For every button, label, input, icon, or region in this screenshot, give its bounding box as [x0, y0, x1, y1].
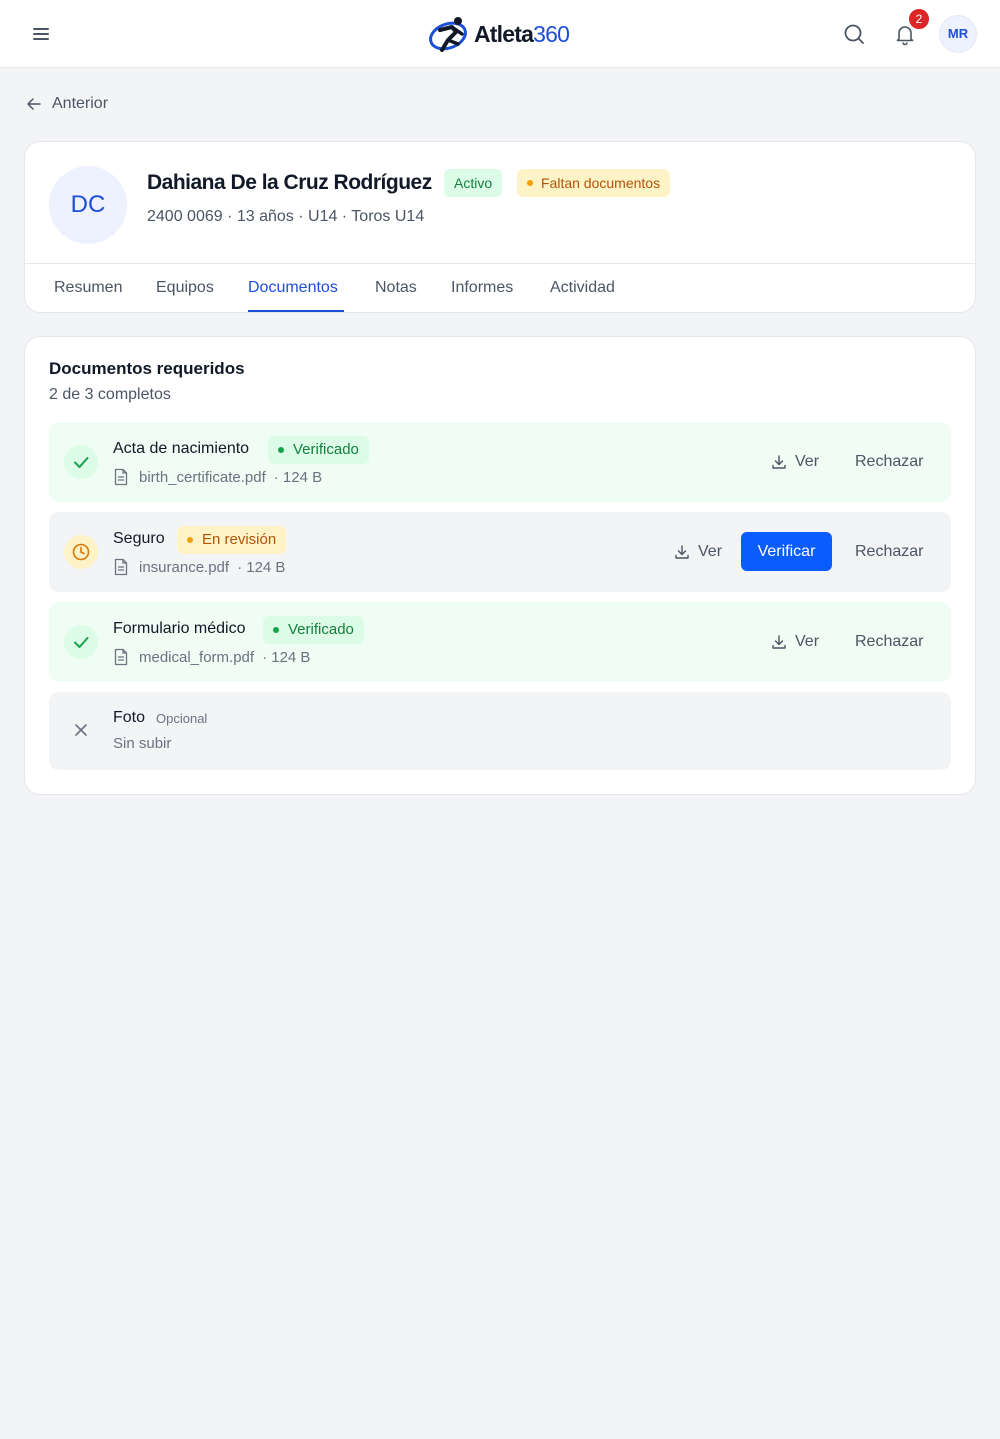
document-file: birth_certificate.pdf · 124 B: [113, 467, 322, 487]
reject-button[interactable]: Rechazar: [855, 453, 923, 471]
arrow-left-icon: [27, 98, 41, 110]
download-icon: [772, 455, 786, 469]
documents-title: Documentos requeridos: [49, 359, 245, 378]
logo-text: Atleta360: [474, 20, 570, 47]
search-icon[interactable]: [842, 22, 866, 46]
back-link[interactable]: Anterior: [26, 94, 108, 114]
active-tab-indicator: [248, 310, 344, 312]
document-row-medical-form: Formulario médico Verificado medical_for…: [49, 602, 951, 682]
divider: [25, 263, 975, 264]
athlete-name: Dahiana De la Cruz Rodríguez: [147, 171, 432, 194]
view-label: Ver: [795, 453, 820, 470]
document-name: Seguro: [113, 530, 165, 547]
tab-notas[interactable]: Notas: [375, 279, 417, 297]
optional-label: Opcional: [156, 711, 208, 726]
check-icon: [64, 445, 98, 479]
clock-icon: [64, 535, 98, 569]
view-button[interactable]: Ver: [771, 631, 819, 653]
document-name: Foto: [113, 709, 146, 726]
download-icon: [772, 635, 786, 649]
user-avatar[interactable]: MR: [940, 16, 976, 52]
missing-docs-badge: Faltan documentos: [517, 169, 671, 197]
file-icon: [114, 648, 128, 666]
document-row-insurance: Seguro En revisión insurance.pdf · 124 B…: [49, 512, 951, 592]
status-dot: [527, 180, 533, 186]
verified-badge: Verificado: [263, 616, 364, 644]
file-icon: [114, 468, 128, 486]
status-dot: [273, 627, 279, 633]
status-dot: [187, 537, 193, 543]
status-badge: Activo: [444, 169, 503, 197]
tab-equipos[interactable]: Equipos: [156, 279, 214, 297]
file-size: · 124 B: [237, 558, 286, 576]
athlete-meta: 2400 0069 · 13 años · U14 · Toros U14: [147, 208, 425, 225]
file-size: · 124 B: [262, 648, 311, 666]
athlete-profile-card: DC Dahiana De la Cruz Rodríguez Activo F…: [24, 141, 976, 313]
document-name: Acta de nacimiento: [113, 440, 250, 457]
back-label: Anterior: [52, 95, 109, 112]
documents-progress: 2 de 3 completos: [49, 386, 171, 403]
menu-icon[interactable]: [30, 22, 54, 46]
status-dot: [278, 447, 284, 453]
x-icon: [75, 724, 87, 736]
file-name: birth_certificate.pdf: [139, 468, 266, 486]
file-icon: [114, 558, 128, 576]
app-logo[interactable]: Atleta360: [428, 14, 570, 54]
tab-resumen[interactable]: Resumen: [54, 279, 122, 297]
in-review-label: En revisión: [202, 531, 277, 548]
view-label: Ver: [795, 633, 820, 650]
top-bar: Atleta360 2 MR: [0, 0, 1000, 68]
documents-card: Documentos requeridos 2 de 3 completos A…: [24, 336, 976, 795]
runner-logo-icon: [429, 17, 467, 52]
view-button[interactable]: Ver: [771, 451, 819, 473]
download-icon: [675, 545, 689, 559]
upload-status: Sin subir: [113, 735, 172, 752]
reject-button[interactable]: Rechazar: [855, 543, 923, 561]
verified-badge: Verificado: [268, 436, 369, 464]
tab-informes[interactable]: Informes: [451, 279, 513, 297]
notification-count-badge: 2: [907, 7, 931, 31]
verify-button[interactable]: Verificar: [741, 532, 832, 571]
file-size: · 124 B: [273, 468, 323, 486]
athlete-avatar: DC: [49, 166, 127, 244]
file-name: medical_form.pdf: [139, 648, 255, 666]
document-file: insurance.pdf · 124 B: [113, 557, 285, 577]
view-button[interactable]: Ver: [674, 541, 722, 563]
verified-label: Verificado: [288, 621, 354, 638]
verified-label: Verificado: [293, 441, 359, 458]
view-label: Ver: [698, 543, 723, 560]
document-row-birth-certificate: Acta de nacimiento Verificado birth_cert…: [49, 422, 951, 502]
document-name: Formulario médico: [113, 620, 246, 637]
check-icon: [64, 625, 98, 659]
missing-docs-label: Faltan documentos: [541, 175, 661, 191]
reject-button[interactable]: Rechazar: [855, 633, 923, 651]
in-review-badge: En revisión: [177, 526, 287, 554]
document-file: medical_form.pdf · 124 B: [113, 647, 310, 667]
tab-documentos[interactable]: Documentos: [248, 279, 338, 297]
document-row-photo: Foto Opcional Sin subir: [49, 692, 951, 770]
tab-actividad[interactable]: Actividad: [550, 279, 615, 297]
file-name: insurance.pdf: [139, 558, 230, 576]
